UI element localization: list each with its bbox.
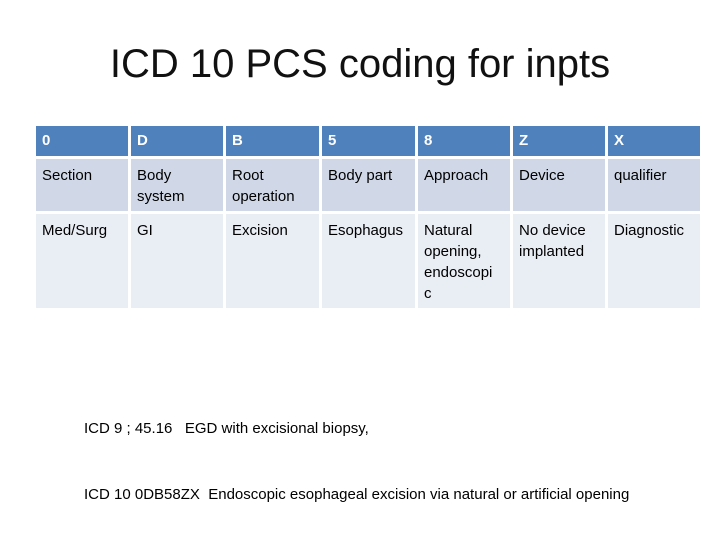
table-row: Med/Surg GI Excision Esophagus Natural o… (36, 214, 700, 308)
icd10-note: ICD 10 0DB58ZX Endoscopic esophageal exc… (84, 486, 630, 503)
table-row: Section Body system Root operation Body … (36, 159, 700, 211)
table-cell: Device (513, 159, 605, 211)
table-cell: Root operation (226, 159, 319, 211)
table-cell: Med/Surg (36, 214, 128, 308)
table-cell: GI (131, 214, 223, 308)
header-cell: D (131, 126, 223, 156)
pcs-code-table: 0 D B 5 8 Z X Section Body system Root o… (33, 123, 703, 311)
table-cell: Body part (322, 159, 415, 211)
table-cell: Esophagus (322, 214, 415, 308)
header-cell: 5 (322, 126, 415, 156)
table-cell: No device implanted (513, 214, 605, 308)
header-cell: 8 (418, 126, 510, 156)
header-cell: 0 (36, 126, 128, 156)
icd9-note: ICD 9 ; 45.16 EGD with excisional biopsy… (84, 420, 369, 437)
table-header-row: 0 D B 5 8 Z X (36, 126, 700, 156)
coding-notes: ICD 9 ; 45.16 EGD with excisional biopsy… (84, 374, 629, 528)
table-cell: Diagnostic (608, 214, 700, 308)
slide-title: ICD 10 PCS coding for inpts (109, 42, 611, 86)
table-cell: Approach (418, 159, 510, 211)
table-cell: Natural opening, endoscopi c (418, 214, 510, 308)
table-cell: Section (36, 159, 128, 211)
table-cell: Excision (226, 214, 319, 308)
header-cell: X (608, 126, 700, 156)
header-cell: Z (513, 126, 605, 156)
table-cell: qualifier (608, 159, 700, 211)
header-cell: B (226, 126, 319, 156)
table-cell: Body system (131, 159, 223, 211)
